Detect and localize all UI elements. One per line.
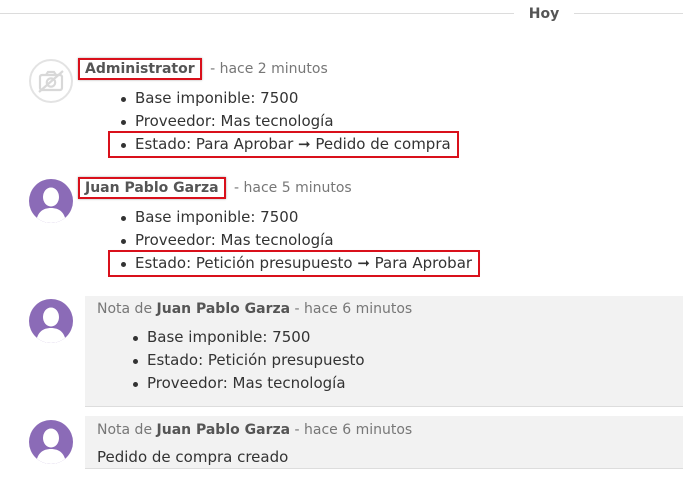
tracking-item-state-change: Estado: Petición presupuesto ➞ Para Apro…: [107, 250, 481, 277]
divider-line-right: [574, 13, 683, 14]
message-author[interactable]: Administrator: [78, 58, 202, 80]
note-prefix: Nota de: [97, 301, 153, 317]
tracking-list: Base imponible: 7500 Proveedor: Mas tecn…: [108, 87, 459, 158]
user-silhouette-icon: [36, 187, 66, 223]
divider-line-left: [0, 13, 514, 14]
message-header: Juan Pablo Garza - hace 5 minutos: [78, 177, 352, 199]
user-avatar[interactable]: [29, 179, 73, 223]
header-separator: -: [210, 61, 216, 77]
note-time[interactable]: hace 6 minutos: [304, 301, 412, 317]
message-header: Administrator - hace 2 minutos: [78, 58, 328, 80]
date-divider-label: Hoy: [528, 6, 560, 22]
note-prefix: Nota de: [97, 422, 153, 438]
tracking-item: Base imponible: 7500: [118, 87, 457, 110]
note-header: Nota de Juan Pablo Garza - hace 6 minuto…: [97, 301, 412, 317]
note-card: Nota de Juan Pablo Garza - hace 6 minuto…: [85, 416, 683, 469]
tracking-item: Proveedor: Mas tecnología: [130, 372, 365, 395]
header-separator: -: [294, 301, 300, 317]
note-body: Pedido de compra creado: [97, 448, 289, 466]
tracking-list: Base imponible: 7500 Estado: Petición pr…: [130, 326, 365, 395]
message-time[interactable]: hace 2 minutos: [220, 61, 328, 77]
camera-icon: [38, 70, 64, 93]
user-silhouette-icon: [36, 307, 66, 343]
tracking-item: Proveedor: Mas tecnología: [118, 110, 457, 133]
date-divider: Hoy: [0, 0, 683, 30]
tracking-list: Base imponible: 7500 Proveedor: Mas tecn…: [107, 206, 481, 277]
note-card: Nota de Juan Pablo Garza - hace 6 minuto…: [85, 296, 683, 407]
header-separator: -: [294, 422, 300, 438]
user-avatar[interactable]: [29, 299, 73, 343]
tracking-item-state-change: Estado: Para Aprobar ➞ Pedido de compra: [108, 131, 459, 158]
note-header: Nota de Juan Pablo Garza - hace 6 minuto…: [97, 422, 412, 438]
message-time[interactable]: hace 5 minutos: [244, 180, 352, 196]
tracking-item: Proveedor: Mas tecnología: [118, 229, 478, 252]
message-author[interactable]: Juan Pablo Garza: [78, 177, 226, 199]
user-avatar[interactable]: [29, 420, 73, 464]
note-author[interactable]: Juan Pablo Garza: [157, 422, 291, 438]
tracking-item: Base imponible: 7500: [118, 206, 478, 229]
tracking-item: Base imponible: 7500: [130, 326, 365, 349]
admin-avatar[interactable]: [29, 59, 73, 103]
tracking-item: Estado: Petición presupuesto: [130, 349, 365, 372]
user-silhouette-icon: [36, 428, 66, 464]
header-separator: -: [234, 180, 240, 196]
note-time[interactable]: hace 6 minutos: [304, 422, 412, 438]
note-author[interactable]: Juan Pablo Garza: [157, 301, 291, 317]
